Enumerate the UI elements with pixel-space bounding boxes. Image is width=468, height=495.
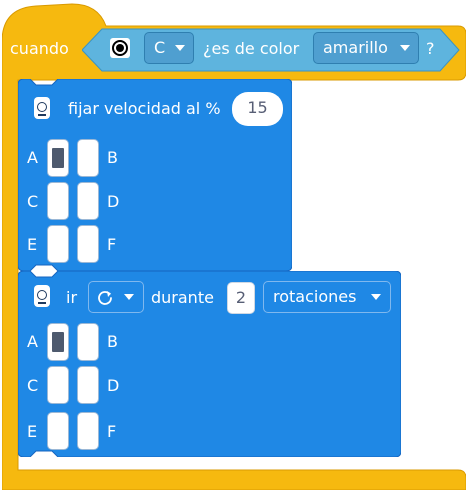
color-dropdown[interactable]: amarillo [313,32,419,64]
speed-input[interactable]: 15 [232,92,283,126]
port-label-d: D [107,192,120,211]
question-mark: ? [426,39,435,58]
port-d-toggle[interactable] [77,182,99,220]
motor-icon [34,97,50,119]
chevron-down-icon [124,294,134,300]
go-label: ir [66,288,78,307]
port-c-toggle[interactable] [47,366,69,404]
when-label: cuando [10,39,69,58]
port-label-f: F [107,235,117,254]
port-label-c: C [27,376,39,395]
port-value: C [154,38,166,57]
port-label-d: D [107,376,120,395]
direction-dropdown[interactable] [88,281,144,313]
port-b-toggle[interactable] [77,323,99,361]
clockwise-icon [98,291,112,305]
motor-icon [34,285,50,307]
port-label-b: B [107,148,118,167]
unit-value: rotaciones [273,287,357,306]
set-speed-label: fijar velocidad al % [68,99,221,118]
port-e-toggle[interactable] [47,412,69,450]
port-dropdown[interactable]: C [144,32,194,64]
is-color-label: ¿es de color [203,39,300,58]
port-f-toggle[interactable] [77,225,99,263]
port-label-a: A [27,148,38,167]
port-label-e: E [27,235,38,254]
chevron-down-icon [371,294,381,300]
color-sensor-icon [110,38,130,58]
port-label-f: F [107,422,117,441]
chevron-down-icon [400,45,410,51]
port-d-toggle[interactable] [77,366,99,404]
port-label-e: E [27,422,38,441]
port-e-toggle[interactable] [47,225,69,263]
chevron-down-icon [175,45,185,51]
unit-dropdown[interactable]: rotaciones [263,281,391,313]
port-c-toggle[interactable] [47,182,69,220]
port-label-c: C [27,192,39,211]
amount-input[interactable]: 2 [227,282,255,314]
port-label-a: A [27,332,38,351]
port-b-toggle[interactable] [77,139,99,177]
port-a-toggle[interactable] [47,139,69,177]
port-a-toggle[interactable] [47,323,69,361]
port-label-b: B [107,332,118,351]
port-f-toggle[interactable] [77,412,99,450]
for-label: durante [151,288,214,307]
color-value: amarillo [323,38,388,57]
